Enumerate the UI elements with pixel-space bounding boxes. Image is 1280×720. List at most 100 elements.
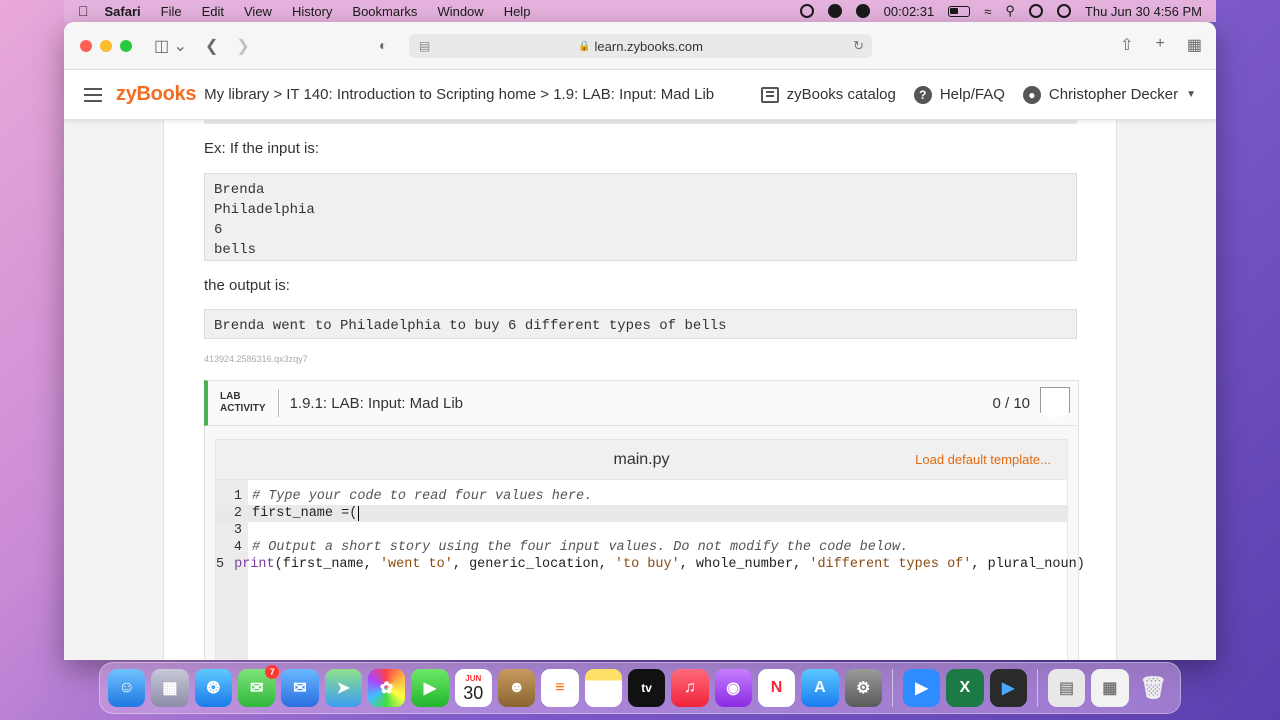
reminders-icon[interactable]: ≡ xyxy=(541,669,579,707)
news-icon[interactable]: N xyxy=(757,669,796,707)
contacts-icon[interactable]: ☻ xyxy=(497,669,536,707)
messages-badge: 7 xyxy=(265,665,280,679)
downloads-stack-icon[interactable]: ▤ xyxy=(1047,669,1086,707)
notes-icon[interactable] xyxy=(584,669,622,707)
finder-icon[interactable]: ☺ xyxy=(108,669,146,707)
safari-icon[interactable]: ❂ xyxy=(194,669,232,707)
excel-icon[interactable]: X xyxy=(946,669,984,707)
lab-activity-header: LAB ACTIVITY 1.9.1: LAB: Input: Mad Lib … xyxy=(204,380,1079,426)
battery-icon[interactable] xyxy=(948,5,971,17)
mail-icon[interactable]: ✉ xyxy=(281,669,319,707)
output-intro: the output is: xyxy=(204,277,290,294)
zybooks-logo[interactable]: zyBooks xyxy=(116,83,196,106)
system-preferences-icon[interactable]: ⚙ xyxy=(844,669,882,707)
safari-window: ◫ ⌄ ❮ ❯ ◐ ▤ 🔒 learn.zybooks.com ↻ ⇧ + ▦ … xyxy=(64,22,1216,660)
reload-icon[interactable]: ↻ xyxy=(853,38,864,54)
privacy-shield-icon[interactable]: ◐ xyxy=(379,37,387,53)
code-string: 'to buy' xyxy=(614,557,680,572)
menu-edit[interactable]: Edit xyxy=(202,4,224,19)
lab-tag-line2: ACTIVITY xyxy=(220,403,266,414)
siri-icon[interactable] xyxy=(1056,4,1071,18)
trash-icon[interactable]: 🗑 xyxy=(1135,669,1172,707)
code-area[interactable]: 1 # Type your code to read four values h… xyxy=(216,480,1085,660)
help-link[interactable]: ? Help/FAQ xyxy=(913,85,1005,104)
catalog-link[interactable]: zyBooks catalog xyxy=(760,86,896,103)
reader-page-icon[interactable]: ▤ xyxy=(419,39,430,53)
lab-editor-panel: main.py Load default template... 1 # Typ… xyxy=(204,426,1085,660)
messages-icon[interactable]: ✉ 7 xyxy=(237,665,280,707)
apple-menu-icon[interactable]:  xyxy=(78,3,89,19)
creative-cloud-icon[interactable] xyxy=(799,4,814,18)
line-number: 1 xyxy=(233,489,242,504)
lab-activity-tag: LAB ACTIVITY xyxy=(208,389,279,417)
music-icon[interactable]: ♫ xyxy=(671,669,709,707)
launchpad-icon[interactable]: ▦ xyxy=(151,669,189,707)
menu-history[interactable]: History xyxy=(292,4,332,19)
tab-overview-icon[interactable]: ▦ xyxy=(1187,35,1202,55)
new-tab-icon[interactable]: + xyxy=(1156,35,1165,55)
menubar-status-area: 00:02:31 ≈ ⚲ Thu Jun 30 4:56 PM xyxy=(799,3,1202,19)
spotlight-search-icon[interactable]: ⚲ xyxy=(1005,3,1015,19)
previous-block-edge xyxy=(204,120,1077,124)
fullscreen-window-button[interactable] xyxy=(120,39,132,52)
zoom-icon[interactable]: ▶ xyxy=(902,669,941,707)
recording-timer: 00:02:31 xyxy=(883,3,935,19)
podcasts-icon[interactable]: ◉ xyxy=(714,669,752,707)
wifi-icon[interactable]: ≈ xyxy=(984,4,991,19)
minimize-window-button[interactable] xyxy=(100,39,112,52)
text-cursor xyxy=(358,506,360,521)
catalog-label: zyBooks catalog xyxy=(786,86,896,103)
breadcrumb[interactable]: My library > IT 140: Introduction to Scr… xyxy=(204,86,714,103)
hamburger-menu-icon[interactable] xyxy=(84,84,102,106)
content-item-id: 413924.2586316.qx3zqy7 xyxy=(204,354,308,364)
code-text: (first_name, xyxy=(274,557,380,572)
calendar-day: 30 xyxy=(463,682,484,703)
close-window-button[interactable] xyxy=(80,39,92,52)
forward-arrow-icon[interactable]: ❯ xyxy=(236,36,249,56)
menu-help[interactable]: Help xyxy=(504,4,531,19)
menu-view[interactable]: View xyxy=(244,4,272,19)
code-editor: main.py Load default template... 1 # Typ… xyxy=(215,439,1085,660)
code-text: , plural_noun) xyxy=(971,557,1085,572)
menu-file[interactable]: File xyxy=(161,4,182,19)
code-keyword: print xyxy=(234,557,275,572)
code-line[interactable]: 3 xyxy=(216,522,1067,539)
sample-input-line: Philadelphia xyxy=(214,202,315,218)
pause-recording-icon[interactable] xyxy=(827,4,842,18)
menu-bookmarks[interactable]: Bookmarks xyxy=(352,4,417,19)
zoom-recording-icon[interactable]: ▶ xyxy=(989,669,1027,707)
address-bar[interactable]: ▤ 🔒 learn.zybooks.com ↻ xyxy=(409,34,872,58)
caret-down-icon: ▼ xyxy=(1186,89,1196,100)
catalog-icon xyxy=(760,86,779,103)
documents-stack-icon[interactable]: ▦ xyxy=(1091,669,1129,707)
menu-app-name[interactable]: Safari xyxy=(105,4,141,19)
menu-window[interactable]: Window xyxy=(437,4,483,19)
code-line-active[interactable]: 2 first_name =( xyxy=(216,505,1067,522)
app-store-icon[interactable]: A xyxy=(801,669,839,707)
line-number: 5 xyxy=(216,557,225,572)
toolbar-right-actions: ⇧ + ▦ xyxy=(1120,35,1202,55)
stop-recording-icon[interactable] xyxy=(855,4,870,18)
lab-tag-line1: LAB xyxy=(220,391,241,402)
line-number: 3 xyxy=(233,523,242,538)
load-default-template-link[interactable]: Load default template... xyxy=(915,452,1051,467)
zybooks-header: zyBooks My library > IT 140: Introductio… xyxy=(64,70,1216,120)
back-arrow-icon[interactable]: ❮ xyxy=(205,36,218,56)
share-icon[interactable]: ⇧ xyxy=(1120,35,1133,55)
calendar-month: JUN xyxy=(465,673,482,683)
photos-icon[interactable]: ✿ xyxy=(367,669,406,707)
sidebar-toggle-icon[interactable]: ◫ ⌄ xyxy=(154,36,187,56)
code-line[interactable]: 4 # Output a short story using the four … xyxy=(216,539,1067,556)
control-center-icon[interactable] xyxy=(1028,4,1043,18)
lab-score: 0 / 10 xyxy=(992,394,1030,412)
calendar-icon[interactable]: JUN 30 xyxy=(454,669,492,707)
menubar-clock[interactable]: Thu Jun 30 4:56 PM xyxy=(1085,4,1202,19)
user-menu[interactable]: ● Christopher Decker ▼ xyxy=(1022,85,1196,104)
facetime-icon[interactable]: ▶ xyxy=(411,669,449,707)
editor-header: main.py Load default template... xyxy=(216,440,1067,480)
lesson-content: Ex: If the input is: Brenda Philadelphia… xyxy=(163,120,1117,660)
code-line[interactable]: 5 print (first_name, 'went to', generic_l… xyxy=(216,556,1085,573)
maps-icon[interactable]: ➤ xyxy=(324,669,362,707)
code-line[interactable]: 1 # Type your code to read four values h… xyxy=(216,488,1067,505)
apple-tv-icon[interactable]: tv xyxy=(627,669,666,707)
